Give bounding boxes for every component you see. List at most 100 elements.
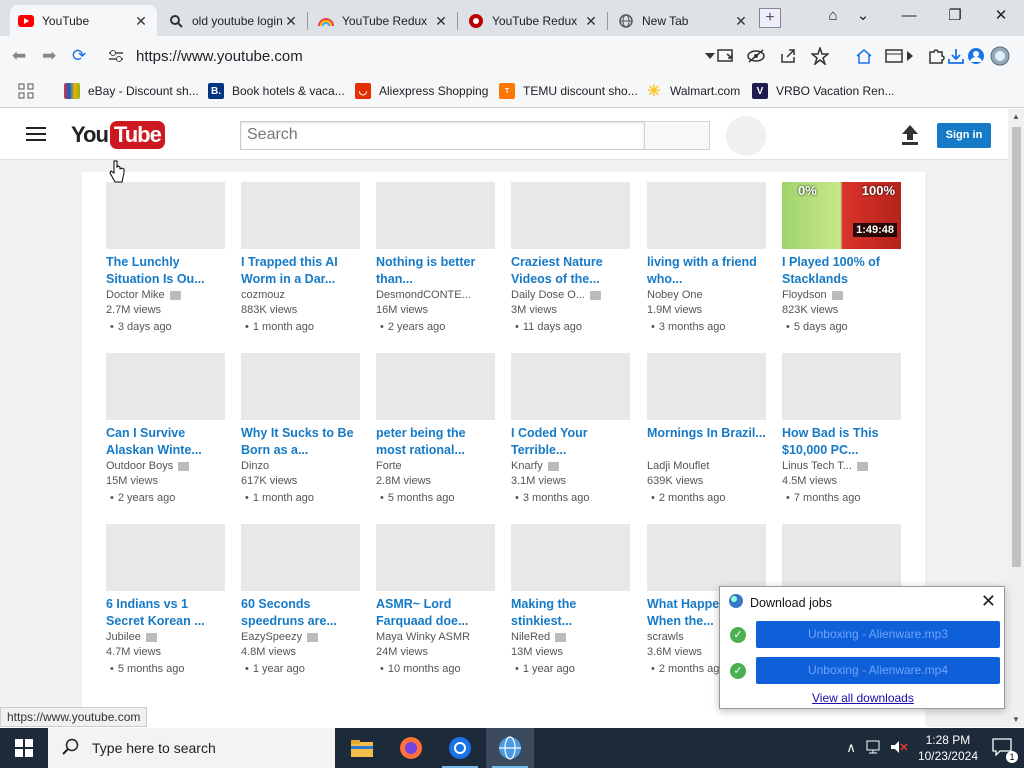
video-card[interactable]: peter being the most rational... Forte 2.8… — [376, 353, 495, 504]
share-icon[interactable] — [778, 46, 798, 66]
bookmark-temu[interactable]: T TEMU discount sho... — [499, 83, 638, 99]
video-card[interactable]: I Trapped this AI Worm in a Dar... cozmou… — [241, 182, 360, 333]
apps-grid-icon[interactable] — [18, 83, 34, 99]
video-title[interactable]: I Played 100% of Stacklands — [782, 254, 901, 288]
video-thumbnail[interactable] — [241, 353, 360, 420]
video-channel[interactable]: Linus Tech T... — [782, 460, 901, 472]
video-thumbnail[interactable] — [376, 524, 495, 591]
taskbar-search[interactable]: Type here to search — [48, 728, 335, 768]
download-icon[interactable] — [946, 46, 966, 66]
video-thumbnail[interactable] — [782, 524, 901, 591]
video-card[interactable]: Making the stinkiest...NileRed 13M views 1… — [511, 524, 630, 675]
video-title[interactable]: 60 Seconds speedruns are... — [241, 596, 360, 630]
chevron-right-icon[interactable] — [904, 46, 916, 66]
video-thumbnail[interactable] — [647, 353, 766, 420]
video-channel[interactable]: Maya Winky ASMR — [376, 631, 495, 643]
browser-app-icon[interactable] — [486, 728, 534, 768]
file-explorer-icon[interactable] — [338, 728, 386, 768]
video-thumbnail[interactable] — [782, 353, 901, 420]
video-card[interactable] — [782, 524, 901, 591]
scrollbar[interactable]: ▲ ▼ — [1008, 109, 1024, 727]
video-channel[interactable]: Forte — [376, 460, 495, 472]
chrome-icon[interactable] — [436, 728, 484, 768]
video-channel[interactable]: Outdoor Boys — [106, 460, 225, 472]
video-channel[interactable]: Knarfy — [511, 460, 630, 472]
video-thumbnail[interactable] — [376, 182, 495, 249]
bookmark-aliexpress[interactable]: ◡ Aliexpress Shopping — [355, 83, 488, 99]
video-thumbnail[interactable] — [106, 182, 225, 249]
volume-muted-icon[interactable] — [890, 740, 908, 757]
video-card[interactable]: Mornings In Brazil... Ladji Mouflet 639K v… — [647, 353, 766, 504]
video-title[interactable]: I Coded Your Terrible... — [511, 425, 630, 459]
video-card[interactable]: Why It Sucks to Be Born as a... Dinzo 617K… — [241, 353, 360, 504]
video-channel[interactable]: NileRed — [511, 631, 630, 643]
sidebar-icon[interactable] — [884, 46, 904, 66]
video-card[interactable]: The Lunchly Situation Is Ou... Doctor Mik… — [106, 182, 225, 333]
bookmark-ebay[interactable]: eBay - Discount sh... — [64, 83, 199, 99]
eye-slash-icon[interactable] — [746, 46, 766, 66]
install-app-icon[interactable] — [716, 46, 736, 66]
close-tab-icon[interactable]: ✕ — [133, 13, 149, 29]
video-card[interactable]: living with a friend who... Nobey One 1.9M… — [647, 182, 766, 333]
url-field[interactable]: https://www.youtube.com — [136, 48, 303, 65]
tab-old-youtube-login[interactable]: old youtube login ✕ — [160, 5, 308, 36]
sign-in-button[interactable]: Sign in — [937, 123, 991, 148]
video-thumbnail[interactable] — [511, 182, 630, 249]
bookmark-vrbo[interactable]: V VRBO Vacation Ren... — [752, 83, 895, 99]
video-thumbnail[interactable] — [241, 182, 360, 249]
video-title[interactable]: peter being the most rational... — [376, 425, 495, 459]
tab-youtube-redux[interactable]: YouTube Redux ✕ — [310, 5, 458, 36]
search-input[interactable]: Search — [240, 121, 645, 150]
video-title[interactable]: 6 Indians vs 1 Secret Korean ... — [106, 596, 225, 630]
video-thumbnail[interactable]: 0% 100% 1:49:48 — [782, 182, 901, 249]
profile-icon[interactable] — [966, 46, 986, 66]
hamburger-menu-icon[interactable] — [26, 127, 46, 143]
video-channel[interactable]: Floydson — [782, 289, 901, 301]
video-thumbnail[interactable] — [647, 524, 766, 591]
shirt-icon[interactable]: ⌂ — [818, 6, 848, 26]
video-thumbnail[interactable] — [511, 353, 630, 420]
video-thumbnail[interactable] — [376, 353, 495, 420]
close-window-button[interactable]: ✕ — [986, 6, 1016, 26]
video-channel[interactable]: Ladji Mouflet — [647, 460, 766, 472]
tab-youtube[interactable]: YouTube ✕ — [10, 5, 157, 36]
close-icon[interactable]: ✕ — [981, 591, 996, 612]
video-card[interactable]: 0% 100% 1:49:48 I Played 100% of Stacklands… — [782, 182, 901, 333]
bookmark-walmart[interactable]: ✳ Walmart.com — [646, 83, 740, 100]
video-title[interactable]: Nothing is better than... — [376, 254, 495, 288]
new-tab-button[interactable]: + — [759, 8, 781, 28]
reload-icon[interactable]: ⟳ — [72, 47, 86, 65]
restore-button[interactable]: ❐ — [940, 6, 970, 26]
video-channel[interactable]: Nobey One — [647, 289, 766, 301]
video-card[interactable]: 6 Indians vs 1 Secret Korean ... Jubilee 4… — [106, 524, 225, 675]
video-thumbnail[interactable] — [647, 182, 766, 249]
video-card[interactable]: 60 Seconds speedruns are... EazySpeezy 4.8… — [241, 524, 360, 675]
video-card[interactable]: Can I Survive Alaskan Winte... Outdoor Bo… — [106, 353, 225, 504]
network-icon[interactable] — [866, 740, 882, 757]
video-channel[interactable]: Dinzo — [241, 460, 360, 472]
video-title[interactable]: living with a friend who... — [647, 254, 766, 288]
video-thumbnail[interactable] — [106, 524, 225, 591]
forward-icon[interactable]: ➡ — [42, 47, 56, 65]
video-card[interactable]: Nothing is better than... DesmondCONTE...… — [376, 182, 495, 333]
video-title[interactable]: Mornings In Brazil... — [647, 425, 766, 459]
view-all-downloads-link[interactable]: View all downloads — [812, 691, 914, 705]
tab-youtube-redux-2[interactable]: YouTube Redux ✕ — [460, 5, 608, 36]
video-card[interactable]: How Bad is This $10,000 PC... Linus Tech … — [782, 353, 901, 504]
video-title[interactable]: Can I Survive Alaskan Winte... — [106, 425, 225, 459]
windows-start-icon[interactable] — [0, 728, 48, 768]
clock[interactable]: 1:28 PM 10/23/2024 — [918, 732, 978, 764]
download-job-button[interactable]: Unboxing - Alienware.mp3 — [756, 621, 1000, 648]
back-icon[interactable]: ⬅ — [12, 47, 26, 65]
settings-globe-icon[interactable] — [990, 46, 1010, 66]
video-channel[interactable]: EazySpeezy — [241, 631, 360, 643]
youtube-logo[interactable]: You Tube — [71, 121, 165, 149]
bookmark-star-icon[interactable] — [810, 46, 830, 66]
home-icon[interactable] — [854, 46, 874, 66]
notifications-icon[interactable]: 1 — [992, 737, 1018, 763]
video-title[interactable]: The Lunchly Situation Is Ou... — [106, 254, 225, 288]
video-thumbnail[interactable] — [241, 524, 360, 591]
video-card[interactable]: I Coded Your Terrible... Knarfy 3.1M views… — [511, 353, 630, 504]
video-title[interactable]: Making the stinkiest... — [511, 596, 630, 630]
search-button[interactable] — [644, 121, 710, 150]
